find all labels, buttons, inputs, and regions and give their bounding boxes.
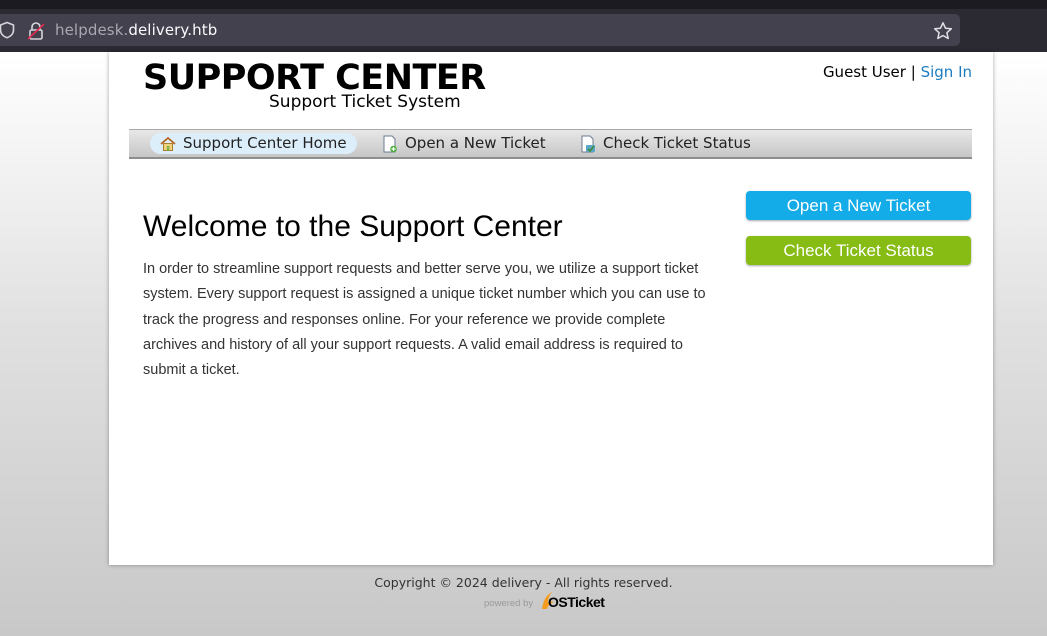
url-text[interactable]: helpdesk.delivery.htb [55, 21, 217, 39]
page-title: Welcome to the Support Center [143, 210, 563, 243]
user-area: Guest User | Sign In [823, 63, 972, 81]
shield-icon[interactable] [0, 21, 16, 39]
browser-tab-strip [0, 0, 1047, 9]
welcome-paragraph: In order to streamline support requests … [143, 261, 706, 379]
nav-support-home[interactable]: Support Center Home [150, 133, 357, 154]
sign-in-link[interactable]: Sign In [921, 63, 972, 81]
footer-copyright: Copyright © 2024 delivery - All rights r… [374, 575, 673, 590]
home-icon [160, 136, 176, 151]
open-ticket-button[interactable]: Open a New Ticket [746, 191, 971, 220]
url-subdomain: helpdesk. [55, 21, 129, 39]
nav-label: Support Center Home [183, 134, 347, 152]
guest-user-label: Guest User [822, 63, 906, 81]
separator: | [910, 63, 916, 81]
url-domain: delivery.htb [128, 21, 218, 39]
page-container: SUPPORT CENTER Support Ticket System Gue… [109, 52, 993, 565]
nav-label: Check Ticket Status [603, 134, 751, 152]
main-nav: Support Center Home Open a New Ticket Ch… [129, 129, 972, 159]
check-status-button[interactable]: Check Ticket Status [746, 236, 971, 265]
bookmark-star-icon[interactable] [933, 21, 953, 41]
ticket-status-icon [581, 135, 595, 152]
nav-open-ticket[interactable]: Open a New Ticket [382, 133, 546, 154]
powered-by-text: powered by [484, 598, 534, 609]
new-ticket-icon [383, 135, 397, 152]
nav-label: Open a New Ticket [405, 134, 546, 152]
powered-by-osticket[interactable]: powered by OSTicket [484, 590, 605, 614]
osticket-brand: OSTicket [548, 594, 605, 610]
lock-icon[interactable] [27, 21, 45, 41]
nav-check-status[interactable]: Check Ticket Status [580, 133, 751, 154]
site-logo-subtitle: Support Ticket System [269, 92, 461, 112]
